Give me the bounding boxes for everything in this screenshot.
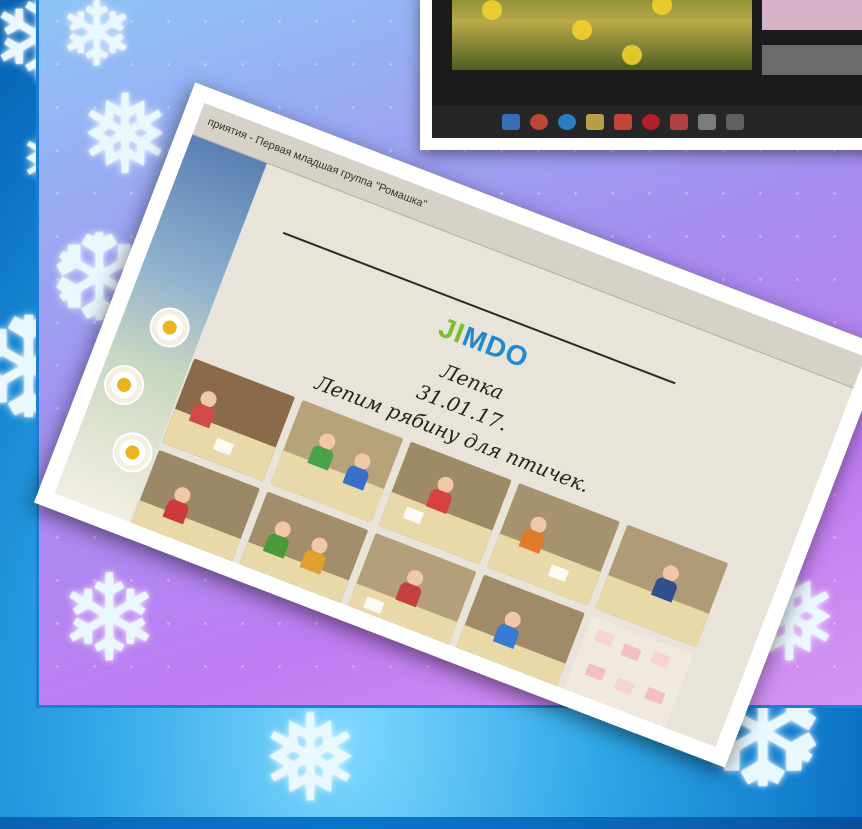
app-icon — [726, 114, 744, 130]
windows-icon — [502, 114, 520, 130]
app-icon — [698, 114, 716, 130]
daisy-icon — [100, 361, 148, 409]
snowflake-icon: ❄ — [59, 0, 135, 87]
yandex-icon — [614, 114, 632, 130]
window-thumbnail — [762, 45, 862, 75]
window-thumbnail — [762, 0, 862, 30]
app-icon — [670, 114, 688, 130]
opera-icon — [642, 114, 660, 130]
snowflake-icon: ❄ — [59, 550, 160, 689]
daisy-icon — [146, 304, 193, 351]
ie-icon — [558, 114, 576, 130]
photo-monitor-top — [420, 0, 862, 150]
chrome-icon — [530, 114, 548, 130]
monitor-screen — [432, 0, 862, 138]
flower-wallpaper — [452, 0, 752, 70]
explorer-icon — [586, 114, 604, 130]
snowflake-icon: ❅ — [260, 690, 361, 829]
daisy-icon — [109, 429, 156, 476]
header-divider — [282, 231, 676, 385]
snowflake-icon: ❅ — [79, 71, 172, 199]
taskbar — [432, 106, 862, 138]
